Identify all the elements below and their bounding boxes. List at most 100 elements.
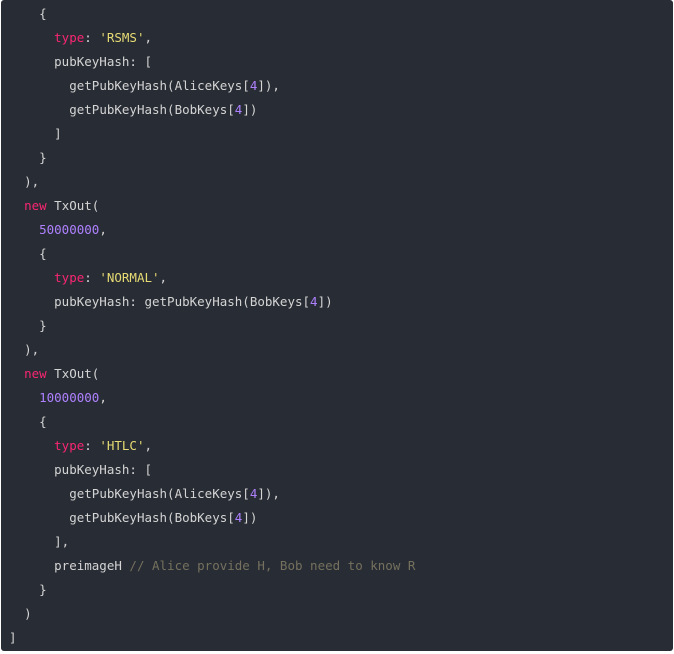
code-line: { — [1, 2, 673, 26]
code-line: getPubKeyHash(BobKeys[4]) — [1, 98, 673, 122]
code-token-kw: new — [24, 366, 47, 381]
code-line: ), — [1, 338, 673, 362]
code-line: getPubKeyHash(AliceKeys[4]), — [1, 482, 673, 506]
code-line: { — [1, 242, 673, 266]
code-token-plain: , — [144, 30, 153, 45]
code-token-plain: getPubKeyHash(AliceKeys[ — [69, 486, 250, 501]
code-token-kw: type — [54, 270, 85, 285]
code-line: ], — [1, 530, 673, 554]
code-token-cm: // Alice provide H, Bob need to know R — [129, 558, 416, 573]
code-token-num: 4 — [310, 294, 318, 309]
code-token-plain: getPubKeyHash(BobKeys[ — [69, 510, 235, 525]
code-token-num: 50000000 — [39, 222, 100, 237]
code-token-plain: ]) — [242, 510, 258, 525]
code-token-plain: ), — [24, 342, 40, 357]
code-token-plain: { — [39, 6, 47, 21]
code-token-str: 'RSMS' — [99, 30, 145, 45]
code-token-plain: { — [39, 414, 47, 429]
code-line: } — [1, 578, 673, 602]
code-line: pubKeyHash: [ — [1, 50, 673, 74]
code-token-plain: getPubKeyHash(BobKeys[ — [69, 102, 235, 117]
code-lines: { type: 'RSMS', pubKeyHash: [ getPubKeyH… — [1, 2, 673, 650]
code-line: ), — [1, 170, 673, 194]
code-token-plain: , — [159, 270, 168, 285]
code-token-num: 10000000 — [39, 390, 100, 405]
code-token-plain: pubKeyHash: [ — [54, 462, 152, 477]
code-token-plain: ] — [54, 126, 62, 141]
code-line: pubKeyHash: getPubKeyHash(BobKeys[4]) — [1, 290, 673, 314]
code-token-kw: type — [54, 30, 85, 45]
code-line: ] — [1, 626, 673, 650]
code-token-plain: , — [99, 222, 107, 237]
code-token-plain: { — [39, 246, 47, 261]
code-token-plain: : — [84, 30, 100, 45]
code-line: pubKeyHash: [ — [1, 458, 673, 482]
code-token-plain: ]) — [317, 294, 333, 309]
code-token-str: 'HTLC' — [99, 438, 145, 453]
code-line: getPubKeyHash(BobKeys[4]) — [1, 506, 673, 530]
code-token-plain: ]), — [257, 78, 280, 93]
code-line: type: 'HTLC', — [1, 434, 673, 458]
code-line: new TxOut( — [1, 194, 673, 218]
code-token-plain: TxOut( — [46, 198, 100, 213]
code-line: ] — [1, 122, 673, 146]
code-line: ) — [1, 602, 673, 626]
code-token-plain: : — [84, 270, 100, 285]
code-token-plain: ) — [24, 606, 32, 621]
code-token-plain: : — [84, 438, 100, 453]
code-line: preimageH // Alice provide H, Bob need t… — [1, 554, 673, 578]
code-token-plain: ), — [24, 174, 40, 189]
code-token-plain: TxOut( — [46, 366, 100, 381]
code-line: new TxOut( — [1, 362, 673, 386]
code-token-plain: ], — [54, 534, 70, 549]
code-token-plain: ]) — [242, 102, 258, 117]
code-token-str: 'NORMAL' — [99, 270, 160, 285]
code-line: 10000000, — [1, 386, 673, 410]
code-line: 50000000, — [1, 218, 673, 242]
code-line: getPubKeyHash(AliceKeys[4]), — [1, 74, 673, 98]
code-token-plain: pubKeyHash: [ — [54, 54, 152, 69]
code-token-plain: , — [144, 438, 153, 453]
code-line: { — [1, 410, 673, 434]
code-token-plain: } — [39, 582, 47, 597]
code-token-plain: getPubKeyHash(AliceKeys[ — [69, 78, 250, 93]
code-line: } — [1, 314, 673, 338]
code-line: } — [1, 146, 673, 170]
code-line: type: 'RSMS', — [1, 26, 673, 50]
code-token-kw: type — [54, 438, 85, 453]
code-token-plain: ]), — [257, 486, 280, 501]
code-token-plain: } — [39, 318, 47, 333]
code-token-plain: pubKeyHash: getPubKeyHash(BobKeys[ — [54, 294, 311, 309]
code-token-plain: , — [99, 390, 107, 405]
code-token-kw: new — [24, 198, 47, 213]
code-token-plain: preimageH — [54, 558, 130, 573]
code-token-plain: } — [39, 150, 47, 165]
code-block: { type: 'RSMS', pubKeyHash: [ getPubKeyH… — [1, 0, 673, 651]
